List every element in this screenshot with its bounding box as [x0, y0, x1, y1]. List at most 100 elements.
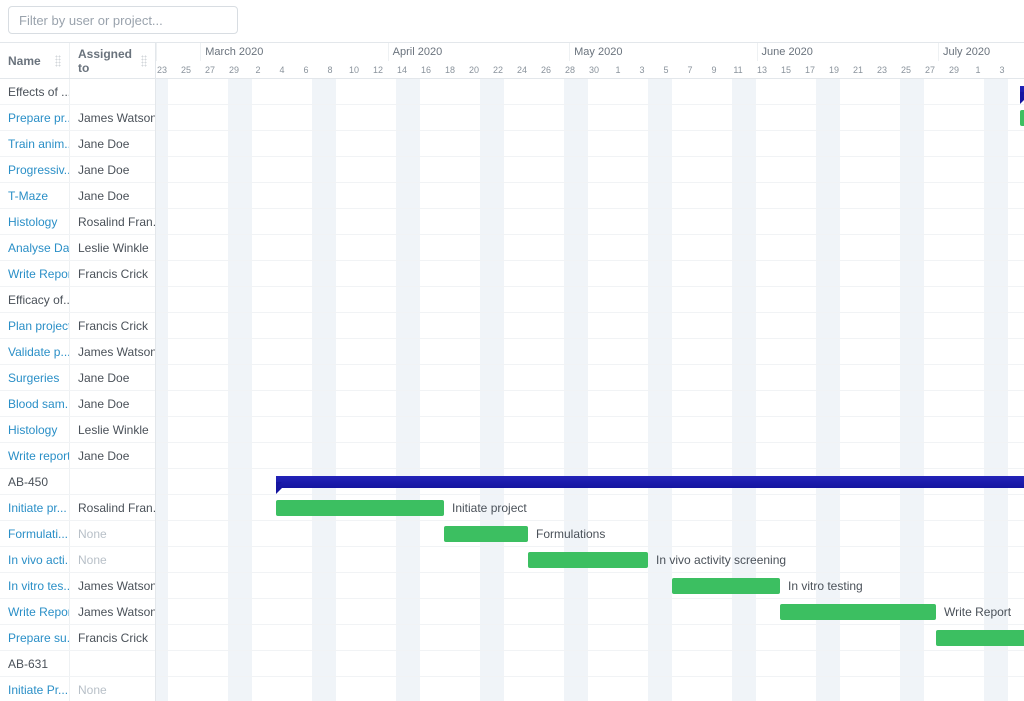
table-row[interactable]: In vivo acti...None: [0, 547, 155, 573]
column-resize-icon[interactable]: [55, 55, 61, 67]
task-name-cell[interactable]: Initiate pr...: [0, 495, 70, 520]
timeline-row[interactable]: Initiate project: [156, 495, 1024, 521]
table-row[interactable]: Progressiv...Jane Doe: [0, 157, 155, 183]
day-header: 6: [300, 61, 312, 79]
column-header-assigned[interactable]: Assigned to: [70, 43, 155, 78]
project-name-cell[interactable]: AB-631: [0, 651, 70, 676]
day-header: 21: [852, 61, 864, 79]
timeline-row[interactable]: Histology: [156, 417, 1024, 443]
day-header: 23: [156, 61, 168, 79]
task-name-cell[interactable]: Write Report: [0, 261, 70, 286]
timeline-row[interactable]: Write Report: [156, 261, 1024, 287]
timeline-row[interactable]: Write report: [156, 443, 1024, 469]
table-row[interactable]: Formulati...None: [0, 521, 155, 547]
day-header: [432, 61, 444, 79]
timeline-row[interactable]: Prepare summaries: [156, 625, 1024, 651]
project-name-cell[interactable]: AB-450: [0, 469, 70, 494]
day-header: [408, 61, 420, 79]
timeline-row[interactable]: T-Maze: [156, 183, 1024, 209]
table-row[interactable]: Train anim...Jane Doe: [0, 131, 155, 157]
filter-input[interactable]: [8, 6, 238, 34]
assigned-cell: Francis Crick: [70, 313, 155, 338]
timeline-row[interactable]: Prepare project: [156, 105, 1024, 131]
table-row[interactable]: Write reportJane Doe: [0, 443, 155, 469]
table-row[interactable]: Initiate Pr...None: [0, 677, 155, 701]
table-row[interactable]: Efficacy of...: [0, 287, 155, 313]
timeline-row[interactable]: Efficacy of platelet-rich plasma: [156, 287, 1024, 313]
task-name-cell[interactable]: In vivo acti...: [0, 547, 70, 572]
timeline-row[interactable]: AB-450: [156, 469, 1024, 495]
project-name-cell[interactable]: Efficacy of...: [0, 287, 70, 312]
timeline-pane[interactable]: March 2020April 2020May 2020June 2020Jul…: [156, 43, 1024, 701]
task-name-cell[interactable]: In vitro tes...: [0, 573, 70, 598]
task-bar[interactable]: Prepare project: [1020, 110, 1024, 126]
task-name-cell[interactable]: Blood sam...: [0, 391, 70, 416]
table-row[interactable]: Validate p...James Watson: [0, 339, 155, 365]
timeline-row[interactable]: Histology: [156, 209, 1024, 235]
table-row[interactable]: T-MazeJane Doe: [0, 183, 155, 209]
table-row[interactable]: SurgeriesJane Doe: [0, 365, 155, 391]
day-header: 7: [684, 61, 696, 79]
task-name-cell[interactable]: Write Report: [0, 599, 70, 624]
day-header: 25: [900, 61, 912, 79]
timeline-row[interactable]: Progressive ratio: [156, 157, 1024, 183]
task-name-cell[interactable]: Prepare pr...: [0, 105, 70, 130]
project-name-cell[interactable]: Effects of ...: [0, 79, 70, 104]
table-row[interactable]: Analyse DataLeslie Winkle: [0, 235, 155, 261]
task-name-cell[interactable]: Histology: [0, 209, 70, 234]
task-name-cell[interactable]: Train anim...: [0, 131, 70, 156]
column-resize-icon[interactable]: [141, 55, 147, 67]
table-row[interactable]: Blood sam...Jane Doe: [0, 391, 155, 417]
table-row[interactable]: Prepare su...Francis Crick: [0, 625, 155, 651]
task-name-cell[interactable]: Analyse Data: [0, 235, 70, 260]
task-name-cell[interactable]: Prepare su...: [0, 625, 70, 650]
task-bar[interactable]: In vitro testing: [672, 578, 780, 594]
timeline-body[interactable]: Effects of dose on memory and seeking be…: [156, 79, 1024, 701]
task-name-cell[interactable]: Histology: [0, 417, 70, 442]
assigned-cell: None: [70, 677, 155, 701]
timeline-row[interactable]: Initiate Project: [156, 677, 1024, 701]
task-name-cell[interactable]: Surgeries: [0, 365, 70, 390]
table-row[interactable]: In vitro tes...James Watson: [0, 573, 155, 599]
day-header: 30: [588, 61, 600, 79]
table-row[interactable]: Plan projectFrancis Crick: [0, 313, 155, 339]
project-bar[interactable]: Effects of dose on memory and seeking be…: [1020, 86, 1024, 98]
table-row[interactable]: Write ReportJames Watson: [0, 599, 155, 625]
timeline-row[interactable]: Analyse Data: [156, 235, 1024, 261]
task-bar[interactable]: Initiate project: [276, 500, 444, 516]
task-name-cell[interactable]: Validate p...: [0, 339, 70, 364]
task-bar[interactable]: In vivo activity screening: [528, 552, 648, 568]
table-row[interactable]: HistologyRosalind Fran...: [0, 209, 155, 235]
timeline-row[interactable]: Train animals: [156, 131, 1024, 157]
task-name-cell[interactable]: Write report: [0, 443, 70, 468]
table-row[interactable]: Effects of ...: [0, 79, 155, 105]
table-row[interactable]: Initiate pr...Rosalind Fran...: [0, 495, 155, 521]
table-row[interactable]: AB-450: [0, 469, 155, 495]
timeline-row[interactable]: Validate protocols with sponsors: [156, 339, 1024, 365]
table-row[interactable]: Write ReportFrancis Crick: [0, 261, 155, 287]
timeline-row[interactable]: Surgeries: [156, 365, 1024, 391]
task-name-cell[interactable]: Plan project: [0, 313, 70, 338]
table-row[interactable]: HistologyLeslie Winkle: [0, 417, 155, 443]
timeline-row[interactable]: In vivo activity screening: [156, 547, 1024, 573]
task-bar[interactable]: Formulations: [444, 526, 528, 542]
timeline-row[interactable]: In vitro testing: [156, 573, 1024, 599]
task-name-cell[interactable]: Initiate Pr...: [0, 677, 70, 701]
table-row[interactable]: AB-631: [0, 651, 155, 677]
task-name-cell[interactable]: T-Maze: [0, 183, 70, 208]
task-name-cell[interactable]: Formulati...: [0, 521, 70, 546]
timeline-row[interactable]: Effects of dose on memory and seeking be…: [156, 79, 1024, 105]
project-bar[interactable]: AB-450: [276, 476, 1024, 488]
task-bar[interactable]: Write Report: [780, 604, 936, 620]
timeline-row[interactable]: AB-631: [156, 651, 1024, 677]
table-row[interactable]: Prepare pr...James Watson: [0, 105, 155, 131]
assigned-cell: Jane Doe: [70, 443, 155, 468]
task-bar[interactable]: Prepare summaries: [936, 630, 1024, 646]
day-header: [192, 61, 204, 79]
timeline-row[interactable]: Formulations: [156, 521, 1024, 547]
timeline-row[interactable]: Blood sampling: [156, 391, 1024, 417]
timeline-row[interactable]: Plan project: [156, 313, 1024, 339]
timeline-row[interactable]: Write Report: [156, 599, 1024, 625]
column-header-name[interactable]: Name: [0, 43, 70, 78]
task-name-cell[interactable]: Progressiv...: [0, 157, 70, 182]
